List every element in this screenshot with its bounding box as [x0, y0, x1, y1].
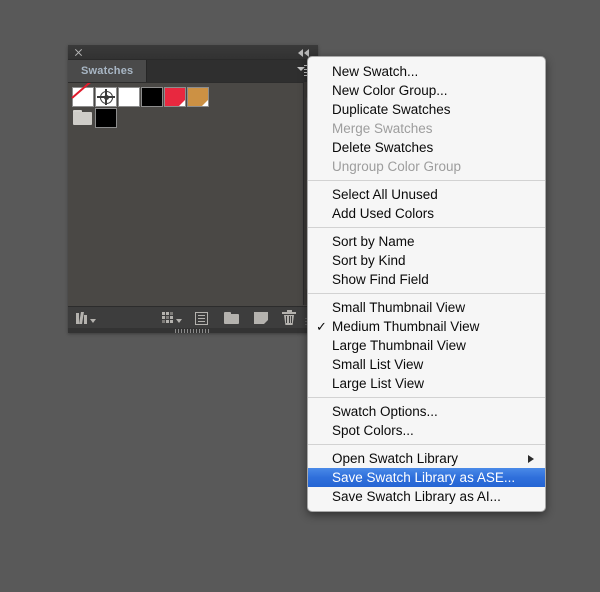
menu-item-duplicate-swatches[interactable]: Duplicate Swatches	[308, 100, 545, 119]
new-color-group-icon[interactable]	[224, 311, 240, 325]
swatch-libraries-menu-icon[interactable]	[76, 311, 98, 325]
panel-drag-handle[interactable]	[68, 328, 318, 333]
menu-item-save-swatch-library-as-ase[interactable]: Save Swatch Library as ASE...	[308, 468, 545, 487]
menu-item-new-color-group[interactable]: New Color Group...	[308, 81, 545, 100]
menu-item-sort-by-name[interactable]: Sort by Name	[308, 232, 545, 251]
menu-item-sort-by-kind[interactable]: Sort by Kind	[308, 251, 545, 270]
menu-separator	[308, 444, 545, 445]
check-icon: ✓	[316, 319, 327, 334]
swatches-panel-footer	[68, 306, 318, 329]
chevron-down-icon	[90, 319, 96, 323]
menu-item-select-all-unused[interactable]: Select All Unused	[308, 185, 545, 204]
swatch-color-group-folder[interactable]	[72, 108, 94, 128]
menu-item-show-find-field[interactable]: Show Find Field	[308, 270, 545, 289]
swatch-black[interactable]	[141, 87, 163, 107]
swatches-panel-flyout-menu: New Swatch... New Color Group... Duplicate…	[307, 56, 546, 512]
menu-item-medium-thumbnail-view[interactable]: ✓ Medium Thumbnail View	[308, 317, 545, 336]
menu-separator	[308, 180, 545, 181]
swatch-cmyk-red[interactable]	[164, 87, 186, 107]
delete-swatch-icon[interactable]	[282, 310, 298, 325]
swatch-white[interactable]	[118, 87, 140, 107]
menu-separator	[308, 227, 545, 228]
chevron-down-icon	[176, 319, 182, 323]
new-swatch-icon[interactable]	[254, 311, 270, 325]
panel-titlebar[interactable]	[68, 45, 318, 60]
menu-item-ungroup-color-group: Ungroup Color Group	[332, 159, 462, 174]
menu-item-delete-swatches[interactable]: Delete Swatches	[308, 138, 545, 157]
panel-tabbar: Swatches	[68, 60, 318, 83]
menu-item-large-list-view[interactable]: Large List View	[308, 374, 545, 393]
swatch-grid-area[interactable]	[68, 82, 318, 306]
menu-item-add-used-colors[interactable]: Add Used Colors	[308, 204, 545, 223]
show-swatch-kinds-menu-icon[interactable]	[162, 311, 184, 325]
menu-item-new-swatch[interactable]: New Swatch...	[308, 62, 545, 81]
swatch-none[interactable]	[72, 87, 94, 107]
menu-separator	[308, 293, 545, 294]
swatch-group-black[interactable]	[95, 108, 117, 128]
swatch-grid	[68, 83, 304, 129]
menu-item-small-thumbnail-view[interactable]: Small Thumbnail View	[308, 298, 545, 317]
swatches-panel: Swatches	[68, 45, 318, 333]
menu-item-swatch-options[interactable]: Swatch Options...	[308, 402, 545, 421]
close-icon[interactable]	[74, 48, 83, 57]
swatch-spot-orange[interactable]	[187, 87, 209, 107]
menu-item-merge-swatches: Merge Swatches	[332, 121, 433, 136]
menu-item-open-swatch-library[interactable]: Open Swatch Library	[308, 449, 545, 468]
menu-item-small-list-view[interactable]: Small List View	[308, 355, 545, 374]
swatch-registration[interactable]	[95, 87, 117, 107]
menu-item-save-swatch-library-as-ai[interactable]: Save Swatch Library as AI...	[308, 487, 545, 506]
swatch-options-icon[interactable]	[194, 311, 210, 325]
tab-swatches-label: Swatches	[81, 65, 134, 77]
menu-item-spot-colors[interactable]: Spot Colors...	[308, 421, 545, 440]
menu-item-large-thumbnail-view[interactable]: Large Thumbnail View	[308, 336, 545, 355]
submenu-arrow-icon	[528, 455, 534, 463]
tab-swatches[interactable]: Swatches	[68, 60, 148, 82]
menu-separator	[308, 397, 545, 398]
